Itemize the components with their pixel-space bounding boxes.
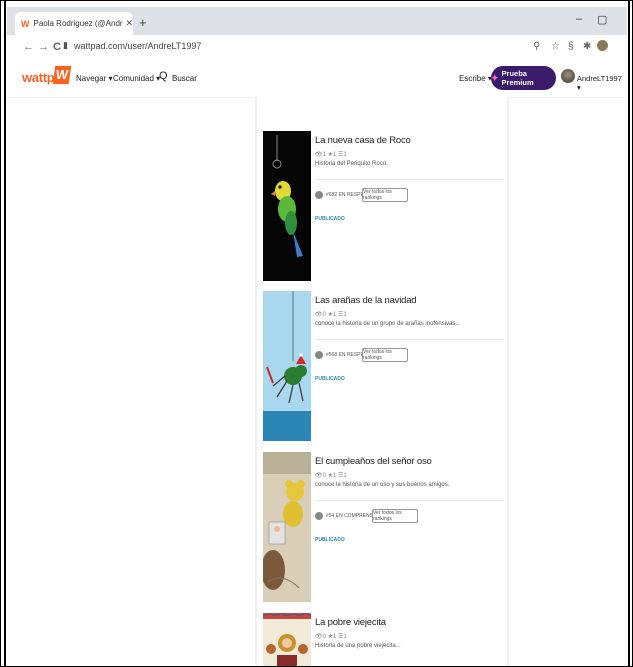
rank-badge-icon — [315, 191, 323, 199]
escribe-menu[interactable]: Escribe ▾ — [459, 74, 492, 83]
story-cover[interactable] — [263, 291, 311, 441]
comunidad-menu[interactable]: Comunidad ▾ — [113, 74, 160, 83]
content-edge-right — [507, 97, 509, 666]
buscar-link[interactable]: Buscar — [172, 74, 197, 83]
left-border — [4, 1, 6, 666]
story-item[interactable]: La nueva casa de Roco 👁1 ★1 ☰1 Historia … — [257, 125, 507, 285]
spider-cover-illustration — [263, 291, 311, 441]
url-field[interactable]: wattpad.com/user/AndreLT1997 — [74, 41, 201, 51]
story-stats: 👁0 ★1 ☰1 — [315, 312, 347, 318]
story-description: conoce la historia de un oso y sus bueno… — [315, 482, 450, 488]
screenshot-frame: W Paola Rodriguez (@AndreLT1997) ✕ + – ▢… — [0, 0, 633, 667]
rank-badge-icon — [315, 512, 323, 520]
story-title[interactable]: El cumpleaños del señor oso — [315, 456, 432, 467]
user-avatar[interactable] — [561, 69, 575, 83]
back-button[interactable]: ← — [23, 41, 34, 53]
user-menu[interactable]: AndreLT1997 ▾ — [577, 74, 627, 92]
profile-avatar-icon[interactable] — [597, 40, 608, 51]
story-item[interactable]: Las arañas de la navidad 👁0 ★1 ☰1 conoce… — [257, 285, 507, 445]
wattpad-header: wattpad W Navegar ▾ Comunidad ▾ Q Buscar… — [7, 61, 627, 98]
lock-icon: ▮ — [63, 40, 68, 50]
status-badge: PUBLICADO — [315, 376, 345, 382]
premium-label: Prueba Premium — [501, 69, 534, 87]
divider — [315, 179, 503, 180]
premium-bolt-icon: ✦ — [491, 72, 499, 83]
story-title[interactable]: La pobre viejecita — [315, 617, 386, 628]
status-badge: PUBLICADO — [315, 216, 345, 222]
browser-tab[interactable]: W Paola Rodriguez (@AndreLT1997) ✕ — [15, 12, 133, 35]
wattpad-favicon-icon: W — [21, 18, 30, 29]
story-title[interactable]: Las arañas de la navidad — [315, 295, 417, 306]
story-description: Historia de una pobre viejecita... — [315, 643, 401, 649]
bookmark-star-icon[interactable]: ☆ — [551, 41, 560, 52]
story-list: La nueva casa de Roco 👁1 ★1 ☰1 Historia … — [257, 97, 507, 666]
rank-badge-icon — [315, 351, 323, 359]
divider — [315, 339, 503, 340]
zoom-icon[interactable]: ⚲ — [533, 41, 540, 52]
story-title[interactable]: La nueva casa de Roco — [315, 135, 411, 146]
navegar-menu[interactable]: Navegar ▾ — [76, 74, 112, 83]
rankings-button[interactable]: Ver todos los rankings — [362, 348, 408, 362]
story-item[interactable]: La pobre viejecita 👁0 ★1 ☰1 Historia de … — [257, 607, 507, 666]
new-tab-button[interactable]: + — [139, 15, 147, 30]
story-cover[interactable] — [263, 613, 311, 666]
right-border — [628, 1, 630, 666]
extension-icon[interactable]: § — [568, 41, 574, 52]
extensions-puzzle-icon[interactable]: ✱ — [583, 41, 591, 52]
story-item[interactable]: El cumpleaños del señor oso 👁0 ★1 ☰1 con… — [257, 446, 507, 606]
premium-button[interactable]: ✦ Prueba Premium — [491, 66, 556, 90]
minimize-button[interactable]: – — [576, 13, 582, 25]
forward-button[interactable]: → — [38, 41, 49, 53]
divider — [315, 500, 503, 501]
tab-title: Paola Rodriguez (@AndreLT1997) — [33, 19, 124, 28]
status-badge: PUBLICADO — [315, 537, 345, 543]
browser-tab-bar: W Paola Rodriguez (@AndreLT1997) ✕ + – ▢ — [7, 7, 627, 35]
restore-button[interactable]: ▢ — [597, 13, 607, 26]
old-woman-cover-illustration — [263, 613, 311, 666]
story-stats: 👁0 ★1 ☰1 — [315, 473, 347, 479]
address-bar-row: ← → C ▮ wattpad.com/user/AndreLT1997 ⚲ ☆… — [7, 35, 627, 62]
bear-cover-illustration — [263, 452, 311, 602]
parakeet-cover-illustration — [263, 131, 311, 281]
story-cover[interactable] — [263, 452, 311, 602]
tab-close-icon[interactable]: ✕ — [125, 18, 133, 29]
story-stats: 👁0 ★1 ☰1 — [315, 634, 347, 640]
story-description: Historia del Periquito Roco. — [315, 161, 388, 167]
story-description: conoce la historia de un grupo de arañas… — [315, 321, 461, 327]
story-stats: 👁1 ★1 ☰1 — [315, 152, 347, 158]
rankings-button[interactable]: Ver todos los rankings — [372, 509, 418, 523]
rankings-button[interactable]: Ver todos los rankings — [362, 188, 408, 202]
reload-button[interactable]: C — [53, 41, 61, 53]
wattpad-logo-mark-icon[interactable]: W — [52, 66, 72, 84]
story-cover[interactable] — [263, 131, 311, 281]
search-icon[interactable]: Q — [159, 70, 168, 82]
